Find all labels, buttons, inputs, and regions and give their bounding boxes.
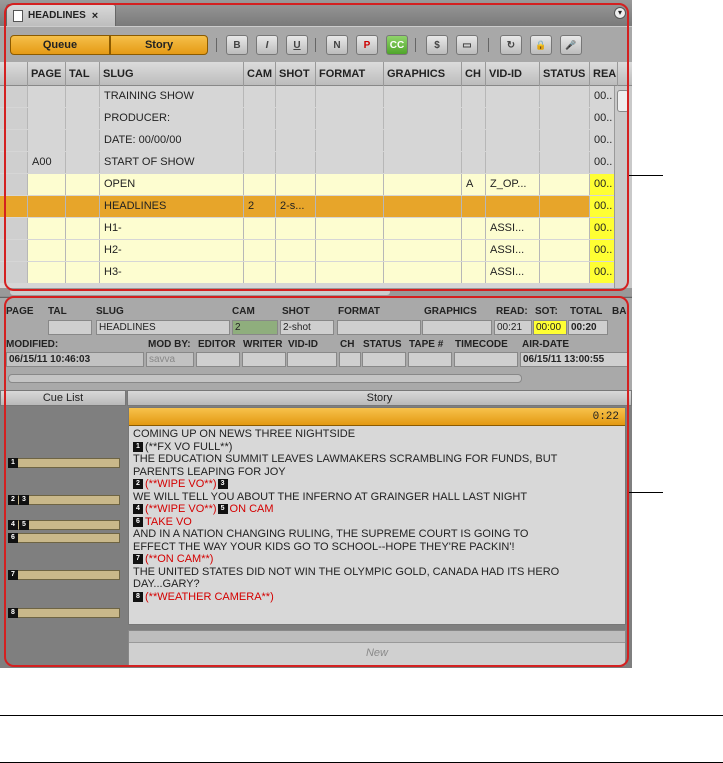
- callout-leader: [629, 492, 663, 493]
- callout-outline-rundown: [4, 3, 629, 291]
- separator-line: [0, 715, 723, 716]
- callout-leader: [629, 175, 663, 176]
- callout-outline-story: [4, 296, 629, 667]
